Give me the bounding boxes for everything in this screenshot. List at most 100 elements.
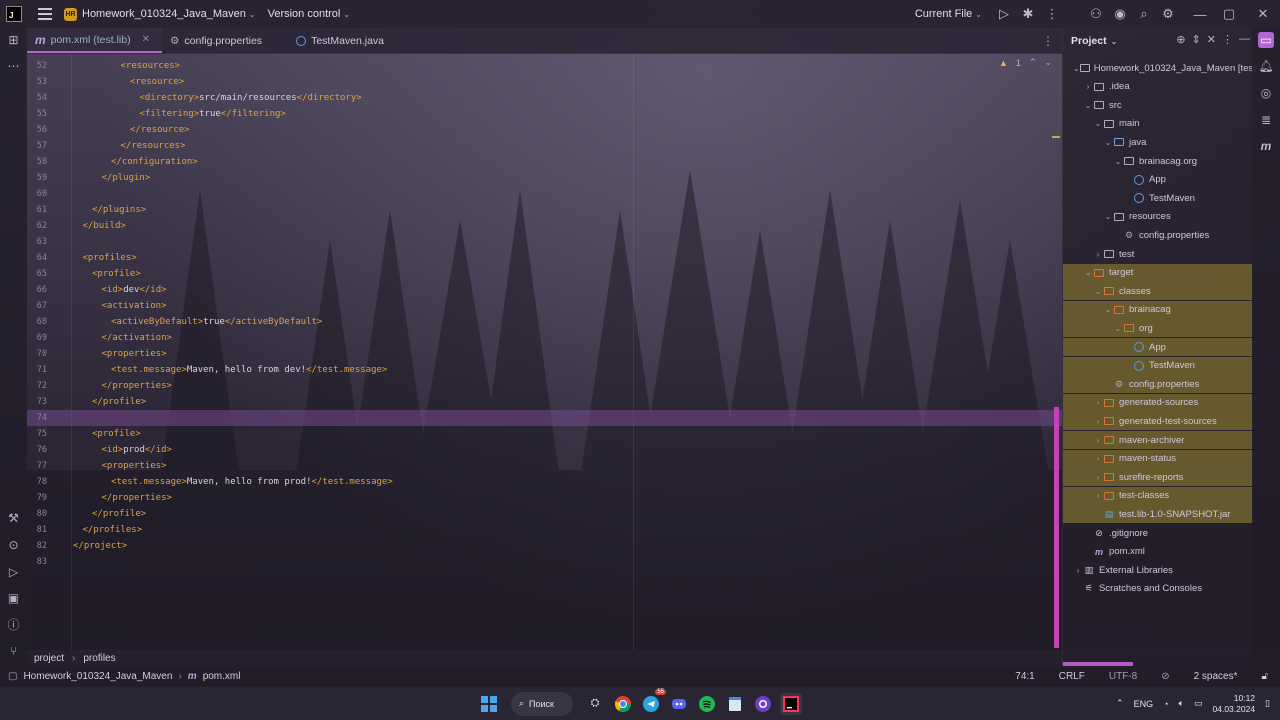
tree-item[interactable]: TestMaven xyxy=(1063,356,1253,375)
chevron-down-icon[interactable]: ⌄ xyxy=(975,10,982,19)
tray-chevron-icon[interactable]: ⌃ xyxy=(1116,698,1124,709)
tree-item[interactable]: › maven-status xyxy=(1063,449,1253,468)
tree-item[interactable]: ⌄ brainacag xyxy=(1063,300,1253,319)
code-line[interactable]: 58 </configuration> xyxy=(27,154,1062,170)
tree-item[interactable]: ⌄ brainacag.org xyxy=(1063,152,1253,170)
tab-config-properties[interactable]: ⚙ config.properties xyxy=(162,28,274,53)
expand-icon[interactable]: ⇕ xyxy=(1192,33,1201,46)
inspection-widget[interactable]: ▲ 1 ⌃ ⌄ xyxy=(999,57,1052,68)
more-icon[interactable]: ⋮ xyxy=(1040,6,1064,22)
hide-icon[interactable]: — xyxy=(1239,33,1250,46)
minimize-icon[interactable]: — xyxy=(1188,7,1212,22)
chevron-right-icon[interactable]: › xyxy=(1093,473,1103,482)
code-line[interactable]: 66 <id>dev</id> xyxy=(27,282,1062,298)
run-icon[interactable]: ▷ xyxy=(992,6,1016,22)
ai-assistant-icon[interactable]: ◎ xyxy=(1258,85,1274,101)
steam-icon[interactable]: ⛭ xyxy=(584,693,606,715)
battery-icon[interactable]: ▭ xyxy=(1194,698,1203,709)
ai-assistant-icon[interactable]: ◉ xyxy=(1108,6,1132,22)
line-separator[interactable]: CRLF xyxy=(1047,671,1097,682)
notifications-icon[interactable]: 🔔︎ xyxy=(1258,58,1274,74)
tree-item[interactable]: ⌄ classes xyxy=(1063,282,1253,301)
project-folder-icon[interactable]: ▭ xyxy=(1258,32,1274,48)
wifi-icon[interactable]: ◔ xyxy=(1163,699,1168,709)
chevron-right-icon[interactable]: › xyxy=(1093,491,1103,500)
tree-item[interactable]: › maven-archiver xyxy=(1063,431,1253,449)
more-tools-icon[interactable]: ⋯ xyxy=(6,59,21,74)
tree-item[interactable]: App xyxy=(1063,171,1253,189)
code-line[interactable]: 56 </resource> xyxy=(27,122,1062,138)
tree-item[interactable]: ⊘ .gitignore xyxy=(1063,524,1253,542)
code-line[interactable]: 77 <properties> xyxy=(27,458,1062,474)
debug-icon[interactable]: ✱ xyxy=(1016,6,1040,22)
code-line[interactable]: 78 <test.message>Maven, hello from prod!<… xyxy=(27,474,1062,490)
project-panel-title[interactable]: Project xyxy=(1071,35,1107,47)
chevron-down-icon[interactable]: ⌄ xyxy=(1093,119,1103,128)
code-editor[interactable]: 52 <resources> 53 <resource> 54 <directory>sr… xyxy=(27,54,1062,650)
run-configuration-select[interactable]: Current File xyxy=(915,8,972,20)
structure-icon[interactable]: ⊞ xyxy=(6,33,21,48)
code-line[interactable]: 57 </resources> xyxy=(27,138,1062,154)
notepad-icon[interactable] xyxy=(724,693,746,715)
code-line[interactable]: 65 <profile> xyxy=(27,266,1062,282)
chevron-down-icon[interactable]: ⌄ xyxy=(1103,138,1113,147)
readonly-toggle-icon[interactable]: ⊘ xyxy=(1149,671,1181,682)
chevron-down-icon[interactable]: ⌄ xyxy=(343,10,350,19)
breadcrumb-item[interactable]: profiles xyxy=(83,653,115,664)
chevron-down-icon[interactable]: ⌄ xyxy=(1113,157,1123,166)
tree-item[interactable]: ⌄ main xyxy=(1063,115,1253,133)
code-line[interactable]: 81 </profiles> xyxy=(27,522,1062,538)
services-icon[interactable]: ⊙ xyxy=(6,538,21,553)
close-icon[interactable]: ✕ xyxy=(1246,6,1280,22)
chevron-down-icon[interactable]: ⌄ xyxy=(1103,212,1113,221)
tree-item[interactable]: m pom.xml xyxy=(1063,543,1253,561)
collapse-icon[interactable]: ✕ xyxy=(1207,33,1216,46)
chevron-down-icon[interactable]: ⌄ xyxy=(249,10,256,19)
tree-item[interactable]: ⌄ resources xyxy=(1063,208,1253,226)
code-line[interactable]: 69 </activation> xyxy=(27,330,1062,346)
code-line[interactable]: 59 </plugin> xyxy=(27,170,1062,186)
code-line[interactable]: 68 <activeByDefault>true</activeByDefault… xyxy=(27,314,1062,330)
windows-start-icon[interactable] xyxy=(478,693,500,715)
chevron-right-icon[interactable]: › xyxy=(1073,566,1083,575)
maximize-icon[interactable]: ▢ xyxy=(1212,6,1246,22)
scrollbar-thumb[interactable] xyxy=(1054,407,1059,648)
tree-item[interactable]: ⚙ config.properties xyxy=(1063,226,1253,244)
code-line[interactable]: 82 </project> xyxy=(27,538,1062,554)
code-line[interactable]: 64 <profiles> xyxy=(27,250,1062,266)
code-line[interactable]: 73 </profile> xyxy=(27,394,1062,410)
discord-icon[interactable] xyxy=(668,693,690,715)
database-icon[interactable]: ≣ xyxy=(1258,112,1274,128)
language-indicator[interactable]: ENG xyxy=(1134,699,1154,709)
project-name[interactable]: Homework_010324_Java_Maven xyxy=(82,8,246,20)
status-project[interactable]: Homework_010324_Java_Maven xyxy=(23,671,172,682)
code-line[interactable]: 63 xyxy=(27,234,1062,250)
maven-icon[interactable]: m xyxy=(1258,138,1274,154)
git-icon[interactable]: ⑂ xyxy=(6,644,21,659)
caret-position[interactable]: 74:1 xyxy=(1003,671,1046,682)
chevron-down-icon[interactable]: ⌄ xyxy=(1111,37,1118,46)
indent-setting[interactable]: 2 spaces* xyxy=(1182,671,1250,682)
tree-item[interactable]: ⌄ target xyxy=(1063,263,1253,282)
code-line[interactable]: 75 <profile> xyxy=(27,426,1062,442)
code-line[interactable]: 76 <id>prod</id> xyxy=(27,442,1062,458)
chevron-right-icon[interactable]: › xyxy=(1093,417,1103,426)
tree-item[interactable]: › test-classes xyxy=(1063,486,1253,505)
breadcrumb-item[interactable]: project xyxy=(34,653,64,664)
chevron-right-icon[interactable]: › xyxy=(1093,436,1103,445)
tree-item[interactable]: › .idea xyxy=(1063,78,1253,96)
search-icon[interactable]: ⌕ xyxy=(1132,6,1156,22)
tree-item[interactable]: ⌄ src xyxy=(1063,96,1253,114)
code-line[interactable]: 72 </properties> xyxy=(27,378,1062,394)
status-file[interactable]: pom.xml xyxy=(203,671,241,682)
tab-testmaven-java[interactable]: TestMaven.java xyxy=(288,28,396,53)
tree-item[interactable]: › generated-sources xyxy=(1063,393,1253,412)
code-line[interactable]: 60 xyxy=(27,186,1062,202)
chevron-down-icon[interactable]: ⌄ xyxy=(1073,64,1080,73)
code-line[interactable]: 53 <resource> xyxy=(27,74,1062,90)
close-icon[interactable]: ✕ xyxy=(142,34,150,45)
file-encoding[interactable]: UTF-8 xyxy=(1097,671,1149,682)
chevron-right-icon[interactable]: › xyxy=(1093,398,1103,407)
tree-item[interactable]: ▤ test.lib-1.0-SNAPSHOT.jar xyxy=(1063,505,1253,524)
current-code-line[interactable]: 74 xyxy=(27,410,1062,426)
